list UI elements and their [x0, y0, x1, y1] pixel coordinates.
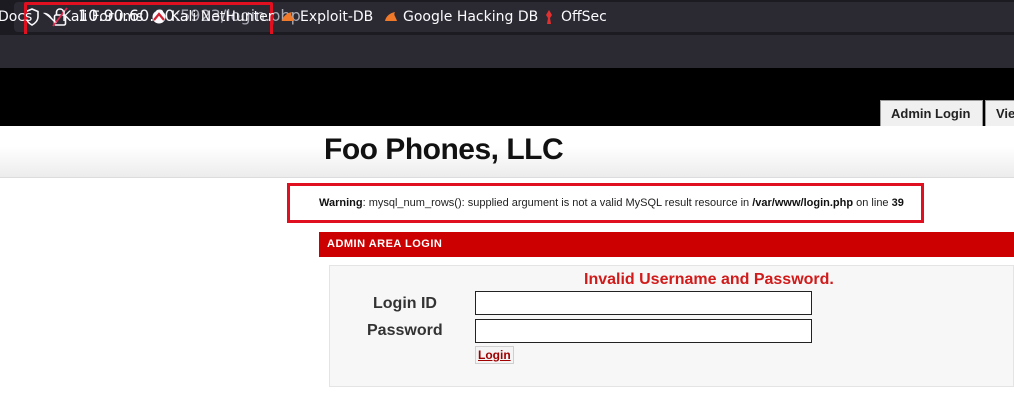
login-id-label: Login ID: [373, 295, 437, 312]
warning-on-line: on line: [853, 197, 892, 209]
warning-message: : mysql_num_rows(): supplied argument is…: [362, 197, 753, 209]
kali-dragon-icon: [43, 12, 57, 23]
admin-area-bar: ADMIN AREA LOGIN: [319, 232, 1014, 257]
bookmark-label: Kali Forums: [62, 9, 144, 25]
tab-label: Admin Login: [891, 106, 971, 121]
bookmark-offsec[interactable]: OffSec: [541, 9, 607, 25]
bookmark-label: Docs: [0, 9, 33, 25]
bookmark-label: Google Hacking DB: [403, 9, 539, 25]
tab-admin-login[interactable]: Admin Login: [880, 100, 983, 126]
bookmark-kali-nethunter[interactable]: Kali NetHunter: [151, 9, 273, 25]
password-label: Password: [367, 322, 443, 339]
tab-label: Vie: [996, 106, 1014, 121]
bookmark-label: OffSec: [561, 9, 607, 25]
offsec-icon: [546, 10, 552, 24]
php-warning: Warning: mysql_num_rows(): supplied argu…: [319, 197, 904, 209]
nethunter-icon: [152, 10, 166, 24]
login-id-input[interactable]: [475, 291, 812, 315]
bookmark-label: Exploit-DB: [300, 9, 374, 25]
bookmark-google-hacking-db[interactable]: Google Hacking DB: [383, 9, 538, 25]
ghdb-icon: [385, 12, 397, 21]
admin-area-title: ADMIN AREA LOGIN: [327, 238, 443, 250]
password-input[interactable]: [475, 319, 812, 343]
site-title: Foo Phones, LLC: [324, 133, 564, 166]
warning-label: Warning: [319, 197, 363, 209]
site-top-band: [0, 68, 1014, 126]
bookmark-docs[interactable]: Docs: [0, 9, 32, 25]
bookmarks-toolbar: [0, 34, 1014, 68]
tab-view[interactable]: Vie: [985, 100, 1014, 126]
exploit-db-icon: [282, 12, 294, 21]
login-error-message: Invalid Username and Password.: [584, 271, 834, 288]
bookmark-exploit-db[interactable]: Exploit-DB: [280, 9, 373, 25]
login-button[interactable]: Login: [475, 346, 514, 364]
bookmark-kali-forums[interactable]: Kali Forums: [42, 9, 143, 25]
bookmark-label: Kali NetHunter: [171, 9, 274, 25]
warning-line-number: 39: [891, 197, 904, 209]
warning-path: /var/www/login.php: [752, 197, 854, 209]
